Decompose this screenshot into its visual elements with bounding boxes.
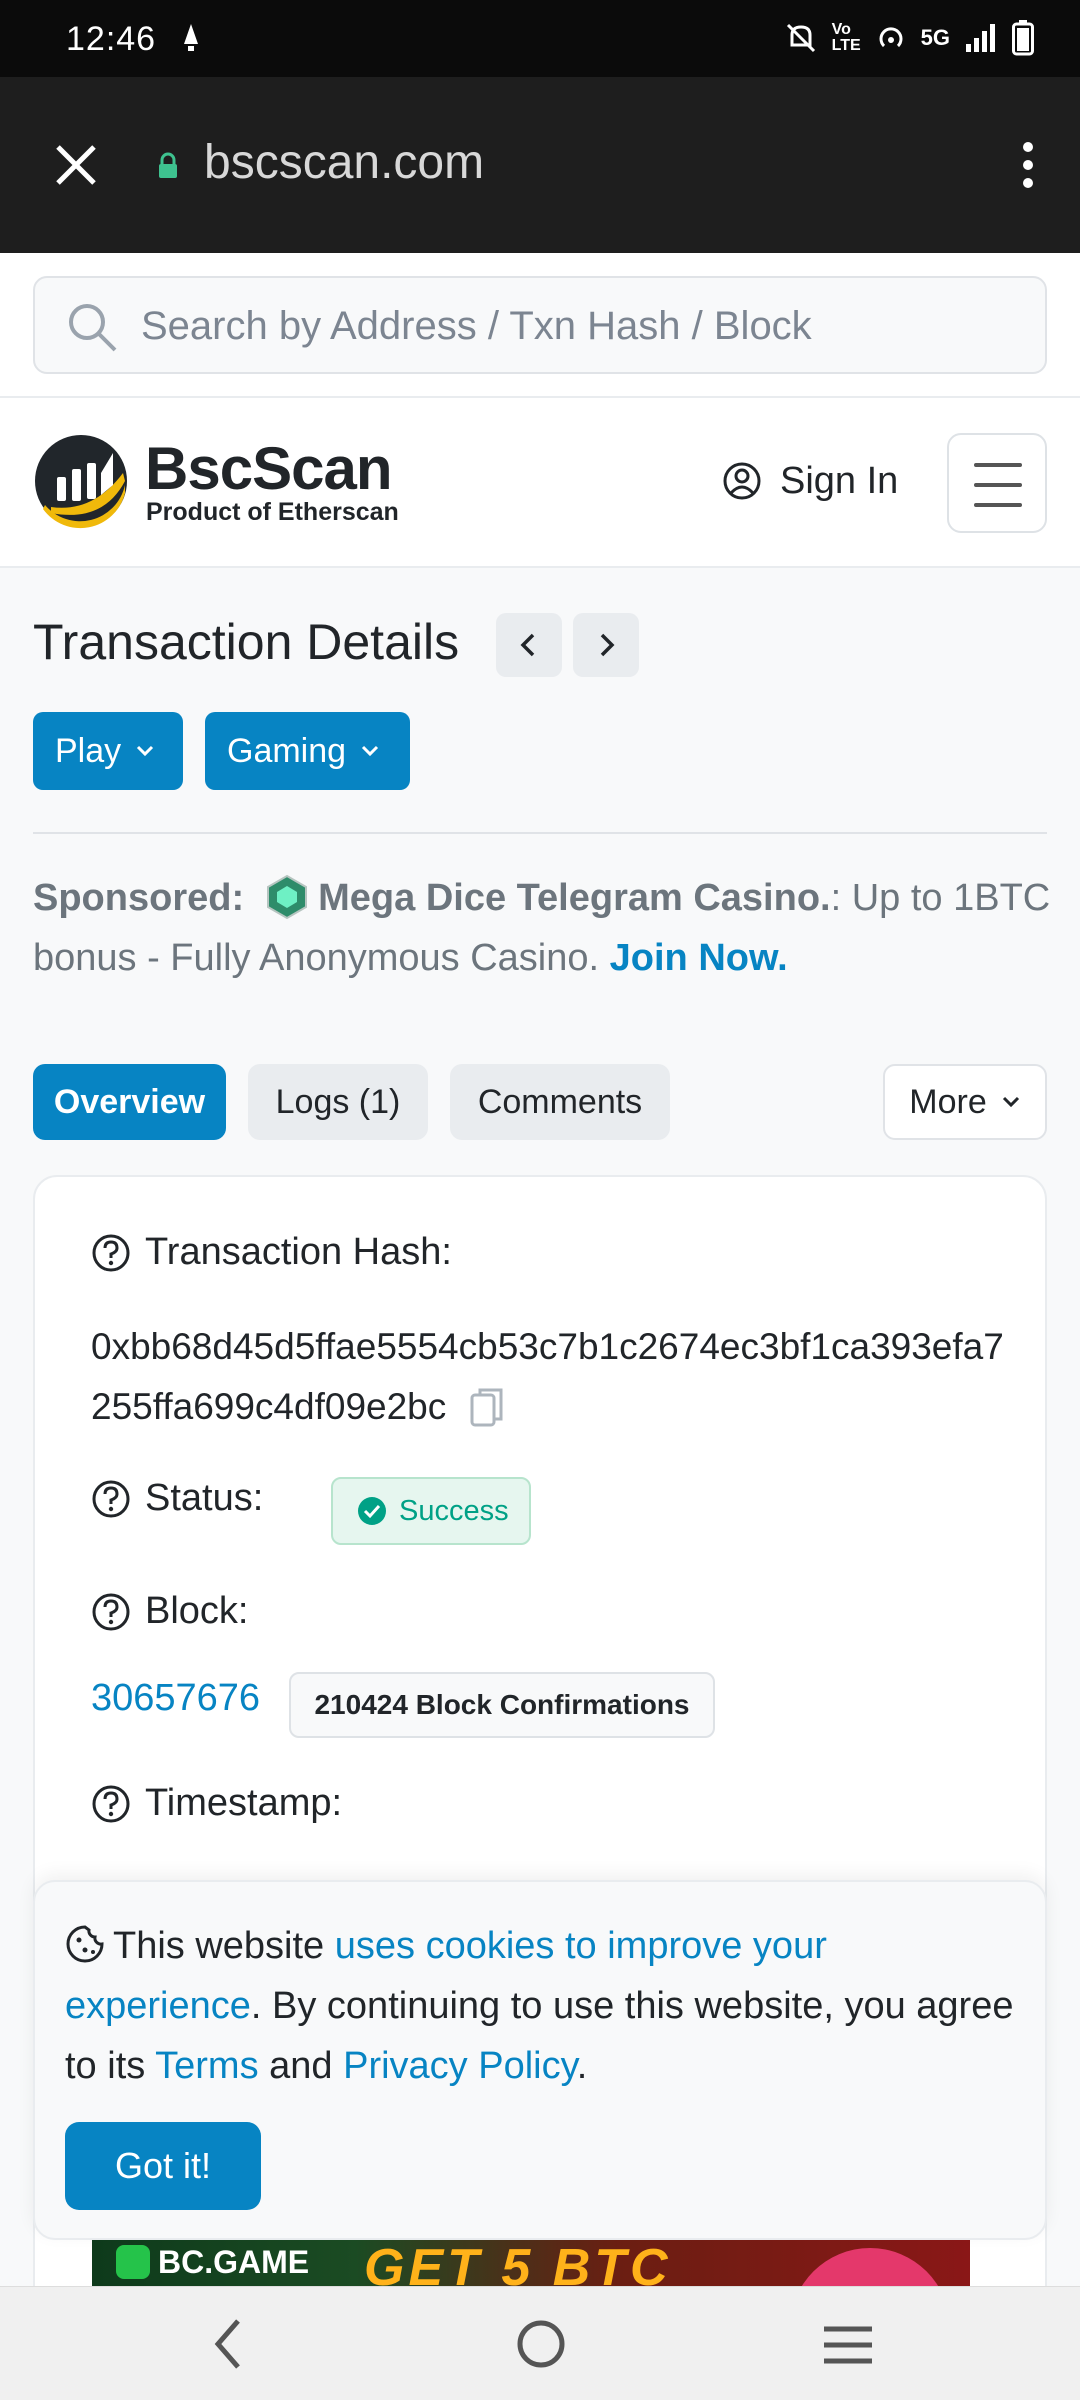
join-now-link[interactable]: Join Now.: [610, 937, 788, 979]
chevron-down-icon: [137, 745, 154, 757]
block-number-link[interactable]: 30657676: [91, 1677, 260, 1720]
sign-in-label: Sign In: [780, 459, 899, 502]
help-icon[interactable]: [91, 1479, 131, 1519]
hamburger-line: [974, 503, 1022, 507]
help-icon[interactable]: [91, 1592, 131, 1632]
more-label: More: [909, 1082, 987, 1121]
brand-name[interactable]: BscScan: [145, 434, 392, 503]
chevron-left-icon: [520, 633, 535, 657]
battery-icon: [1012, 20, 1034, 56]
bcgame-logo-icon: [116, 2245, 150, 2279]
search-placeholder: Search by Address / Txn Hash / Block: [141, 304, 812, 348]
privacy-policy-link[interactable]: Privacy Policy: [343, 2045, 577, 2087]
sponsored-label: Sponsored:: [33, 877, 245, 919]
search-section: Search by Address / Txn Hash / Block: [0, 253, 1080, 398]
brand-subtitle: Product of Etherscan: [146, 498, 399, 526]
status-badge: Success: [331, 1477, 531, 1545]
ad-headline: GET 5 BTC: [364, 2240, 672, 2286]
tab-comments[interactable]: Comments: [450, 1064, 670, 1140]
menu-button[interactable]: [947, 433, 1047, 533]
hash-value: 0xbb68d45d5ffae5554cb53c7b1c2674ec3bf1ca…: [91, 1326, 1004, 1427]
ad-brand-text: BC.GAME: [158, 2244, 310, 2280]
timestamp-label: Timestamp:: [145, 1782, 343, 1824]
transaction-hash: 0xbb68d45d5ffae5554cb53c7b1c2674ec3bf1ca…: [91, 1317, 1011, 1437]
status-time: 12:46: [66, 20, 157, 58]
status-value: Success: [399, 1494, 509, 1527]
got-it-button[interactable]: Got it!: [65, 2122, 261, 2210]
casino-logo-icon: [267, 874, 308, 920]
hamburger-icon: [974, 463, 1022, 467]
cookie-text-3: and: [258, 2045, 344, 2087]
search-input[interactable]: Search by Address / Txn Hash / Block: [33, 276, 1047, 374]
block-label: Block:: [145, 1590, 249, 1632]
gaming-label: Gaming: [227, 731, 347, 770]
system-navigation-bar: [0, 2286, 1080, 2400]
more-dropdown-button[interactable]: More: [883, 1064, 1047, 1140]
chevron-down-icon: [1002, 1096, 1019, 1108]
timestamp-row-label: Timestamp:: [91, 1782, 342, 1825]
cookie-consent-banner: This website uses cookies to improve you…: [33, 1880, 1047, 2240]
previous-transaction-button[interactable]: [496, 613, 562, 677]
overflow-menu-icon[interactable]: [1016, 139, 1040, 191]
network-type: 5G: [920, 25, 950, 50]
url-text[interactable]: bscscan.com: [204, 135, 484, 190]
cookie-text-1: This website: [113, 1925, 335, 1967]
tab-overview[interactable]: Overview: [33, 1064, 226, 1140]
cookie-text: This website uses cookies to improve you…: [65, 1916, 1025, 2096]
signal-icon: [966, 24, 995, 52]
terms-link[interactable]: Terms: [155, 2045, 258, 2087]
recent-apps-icon[interactable]: [822, 2323, 874, 2367]
back-icon[interactable]: [210, 2317, 246, 2371]
help-icon[interactable]: [91, 1233, 131, 1273]
hamburger-line: [974, 483, 1022, 487]
notification-icon: [184, 24, 198, 51]
prize-wheel-icon: [790, 2248, 950, 2286]
browser-url-bar: bscscan.com: [0, 77, 1080, 253]
status-label: Status:: [145, 1477, 264, 1519]
help-icon[interactable]: [91, 1784, 131, 1824]
search-icon: [69, 304, 117, 352]
bscscan-logo-icon[interactable]: [33, 433, 129, 529]
gaming-dropdown-button[interactable]: Gaming: [205, 712, 410, 790]
check-circle-icon: [358, 1497, 386, 1525]
play-label: Play: [55, 731, 122, 770]
chevron-right-icon: [600, 633, 615, 657]
ad-banner[interactable]: BC.GAME GET 5 BTC: [92, 2240, 970, 2286]
hash-label: Transaction Hash:: [145, 1231, 452, 1273]
cookie-text-4: .: [576, 2045, 588, 2087]
next-transaction-button[interactable]: [573, 613, 639, 677]
chevron-down-icon: [362, 745, 379, 757]
site-header: BscScan Product of Etherscan Sign In: [0, 398, 1080, 568]
status-bar: 12:46 Vo LTE 5G: [0, 0, 1080, 77]
sponsored-banner: Sponsored: Mega Dice Telegram Casino.: Up…: [33, 868, 1053, 988]
hash-row-label: Transaction Hash:: [91, 1231, 452, 1274]
status-row-label: Status:: [91, 1477, 263, 1520]
close-icon[interactable]: [50, 139, 102, 191]
volte-icon: Vo LTE: [831, 21, 861, 54]
block-confirmations-badge: 210424 Block Confirmations: [289, 1672, 715, 1738]
status-icons: Vo LTE 5G: [784, 16, 1034, 60]
ad-brand: BC.GAME: [116, 2244, 309, 2281]
lock-icon: [159, 152, 177, 178]
play-dropdown-button[interactable]: Play: [33, 712, 183, 790]
sponsor-name-link[interactable]: Mega Dice Telegram Casino.: [318, 877, 830, 919]
hotspot-icon: [879, 27, 903, 48]
user-icon: [723, 462, 761, 500]
tab-logs[interactable]: Logs (1): [248, 1064, 428, 1140]
page-title: Transaction Details: [33, 614, 460, 670]
home-icon[interactable]: [514, 2317, 568, 2371]
sign-in-link[interactable]: Sign In: [722, 456, 898, 506]
mute-icon: [786, 23, 815, 53]
divider: [33, 832, 1047, 834]
cookie-icon: [66, 1925, 104, 1963]
copy-icon[interactable]: [470, 1387, 504, 1427]
block-row-label: Block:: [91, 1590, 248, 1633]
